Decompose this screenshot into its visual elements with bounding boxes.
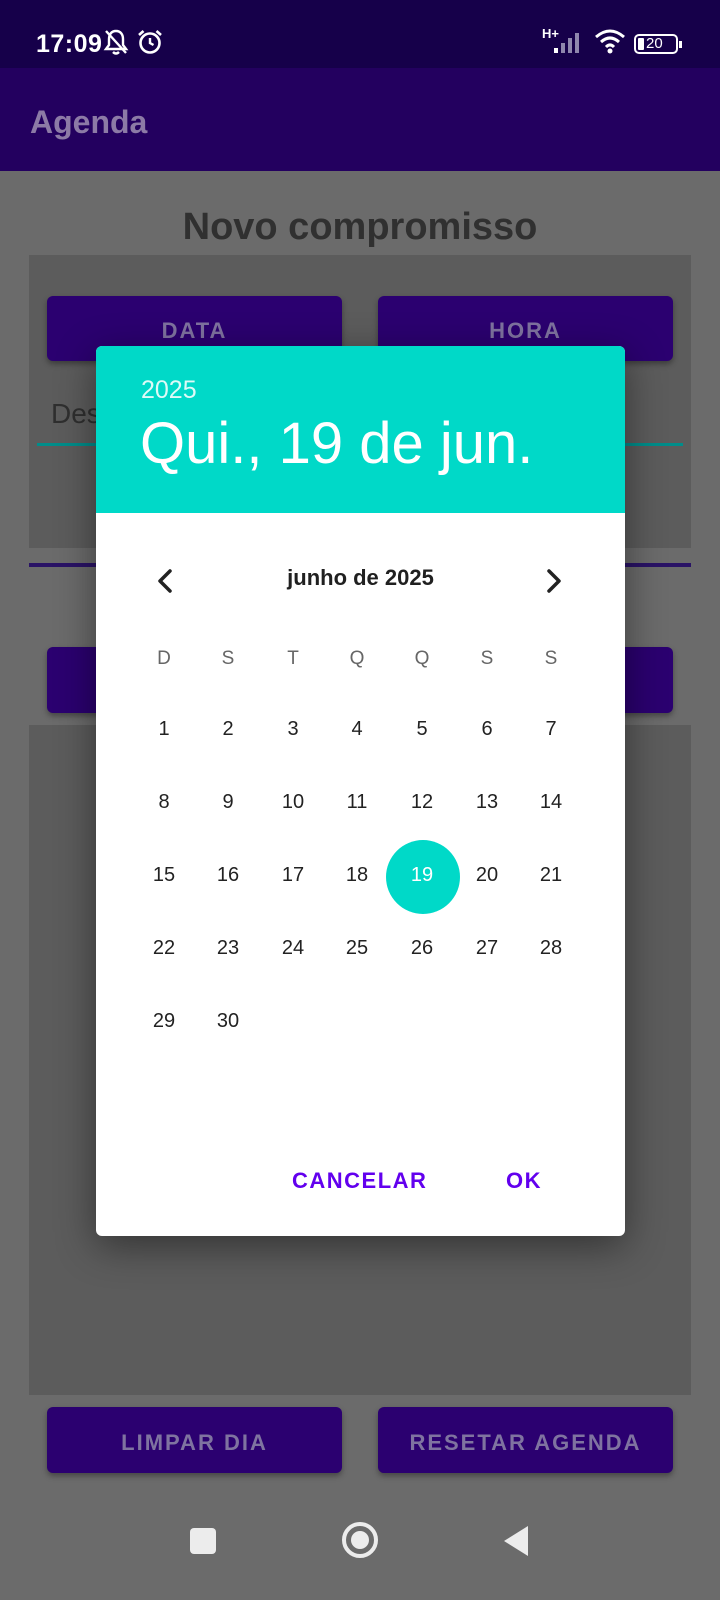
day-cell[interactable]: 22 <box>132 933 196 963</box>
app-title: Agenda <box>30 104 148 140</box>
weekday-label: Q <box>414 648 430 669</box>
battery-icon: 20 <box>634 34 682 54</box>
weekday-label: S <box>544 648 558 669</box>
selected-date[interactable]: Qui., 19 de jun. <box>140 410 533 477</box>
day-cell[interactable]: 11 <box>325 787 389 817</box>
navigation-bar <box>0 1500 720 1600</box>
resetar-agenda-label: RESETAR AGENDA <box>409 1430 642 1455</box>
day-cell[interactable]: 2 <box>196 714 260 744</box>
day-cell[interactable]: 21 <box>519 860 583 890</box>
limpar-dia-label: LIMPAR DIA <box>121 1430 268 1455</box>
day-cell[interactable]: 12 <box>390 787 454 817</box>
day-cell[interactable]: 23 <box>196 933 260 963</box>
cancel-button[interactable]: CANCELAR <box>292 1168 427 1194</box>
day-cell[interactable]: 26 <box>390 933 454 963</box>
day-cell[interactable]: 16 <box>196 860 260 890</box>
day-cell[interactable]: 5 <box>390 714 454 744</box>
day-cell[interactable]: 20 <box>455 860 519 890</box>
nav-home-icon[interactable] <box>342 1522 378 1558</box>
day-cell[interactable]: 17 <box>261 860 325 890</box>
status-bar: 17:09 H+ 20 <box>0 0 720 68</box>
day-cell[interactable]: 15 <box>132 860 196 890</box>
status-time: 17:09 <box>36 30 103 58</box>
nav-back-icon[interactable] <box>502 1524 530 1558</box>
battery-level: 20 <box>646 35 663 52</box>
day-cell[interactable]: 28 <box>519 933 583 963</box>
page-title: Novo compromisso <box>182 206 538 248</box>
weekday-label: S <box>480 648 494 669</box>
day-cell[interactable]: 3 <box>261 714 325 744</box>
day-cell[interactable]: 10 <box>261 787 325 817</box>
day-cell[interactable]: 1 <box>132 714 196 744</box>
data-button-label: DATA <box>161 318 228 343</box>
ok-button[interactable]: OK <box>506 1168 542 1194</box>
day-cell[interactable]: 4 <box>325 714 389 744</box>
day-cell[interactable]: 30 <box>196 1006 260 1036</box>
selected-year[interactable]: 2025 <box>141 376 197 405</box>
day-cell[interactable]: 27 <box>455 933 519 963</box>
alarm-icon <box>138 30 162 54</box>
day-cell[interactable]: 24 <box>261 933 325 963</box>
signal-icon <box>554 33 579 53</box>
day-cell[interactable]: 9 <box>196 787 260 817</box>
day-cell[interactable]: 29 <box>132 1006 196 1036</box>
wifi-icon <box>595 29 625 54</box>
day-cell[interactable]: 14 <box>519 787 583 817</box>
day-cell[interactable]: 13 <box>455 787 519 817</box>
chevron-right-icon[interactable] <box>533 561 573 601</box>
weekday-label: Q <box>349 648 365 669</box>
date-picker-dialog: 2025 Qui., 19 de jun. junho de 2025 D S … <box>96 346 625 1236</box>
limpar-dia-button[interactable]: LIMPAR DIA <box>47 1407 342 1473</box>
weekday-label: D <box>157 648 171 669</box>
nav-recents-icon[interactable] <box>190 1528 216 1554</box>
day-cell[interactable]: 6 <box>455 714 519 744</box>
day-cell-selected[interactable]: 19 <box>390 860 454 890</box>
notifications-off-icon <box>103 29 129 55</box>
day-cell[interactable]: 8 <box>132 787 196 817</box>
day-cell[interactable]: 25 <box>325 933 389 963</box>
hora-button-label: HORA <box>489 318 562 343</box>
weekday-label: T <box>287 648 299 669</box>
weekday-label: S <box>221 648 235 669</box>
date-picker-header: 2025 Qui., 19 de jun. <box>96 346 625 513</box>
day-cell[interactable]: 18 <box>325 860 389 890</box>
resetar-agenda-button[interactable]: RESETAR AGENDA <box>378 1407 673 1473</box>
day-cell[interactable]: 7 <box>519 714 583 744</box>
